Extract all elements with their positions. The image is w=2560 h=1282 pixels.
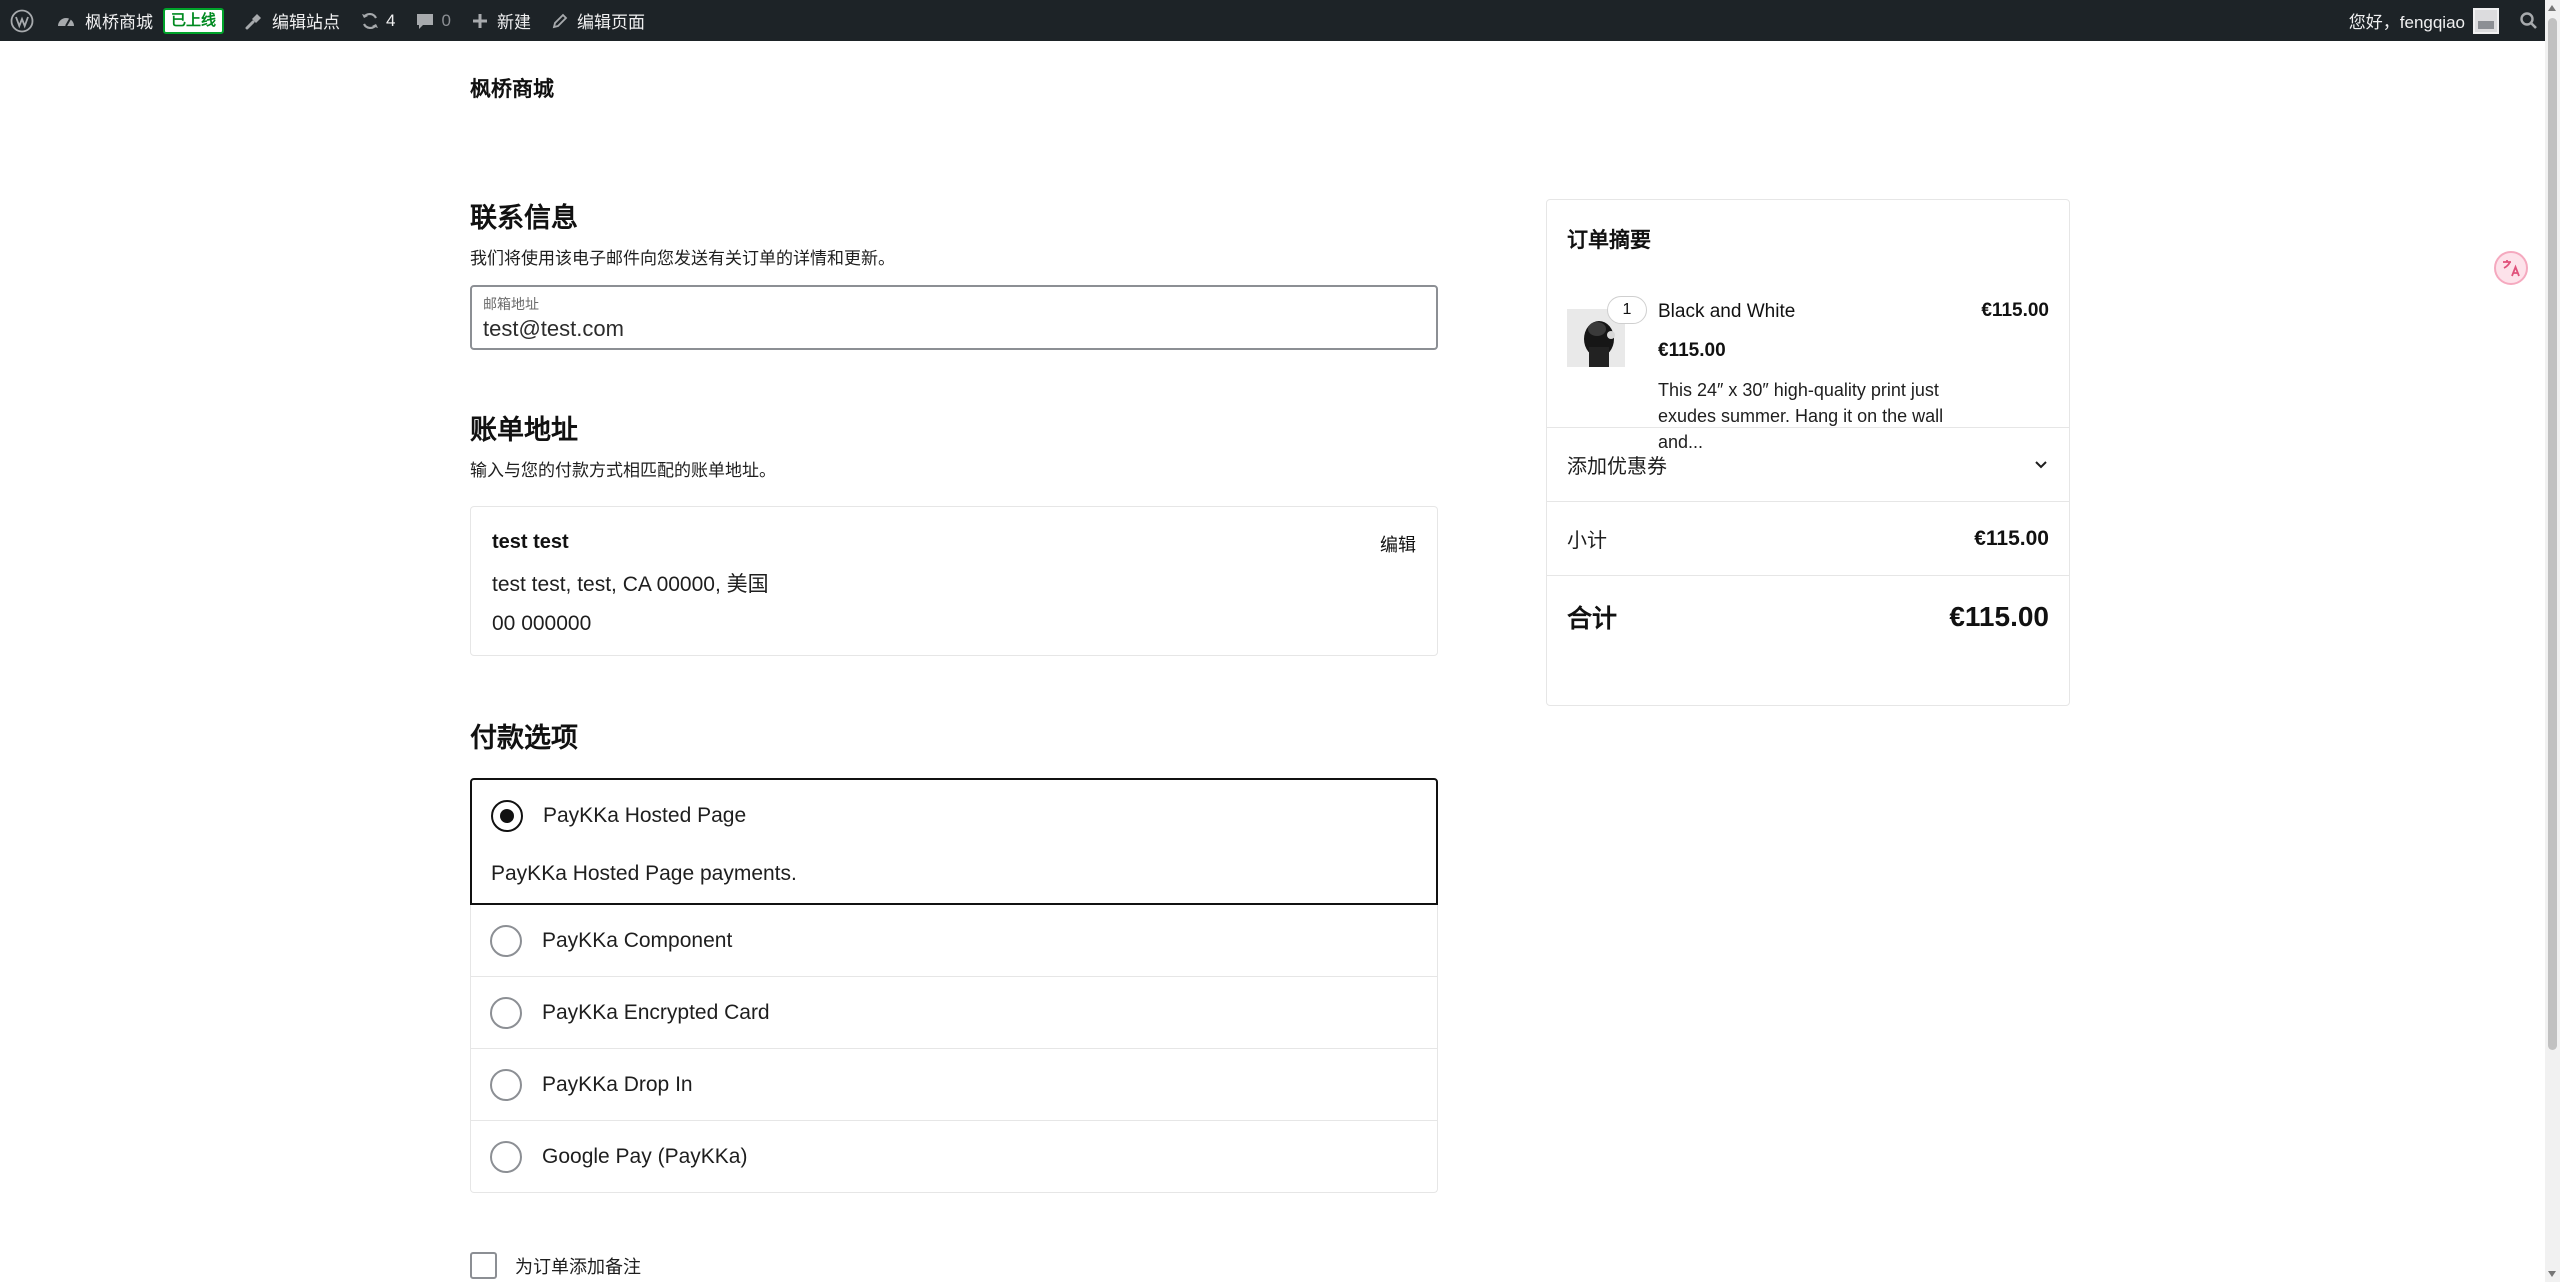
- order-note-row[interactable]: 为订单添加备注: [470, 1252, 1438, 1279]
- payment-option-google-pay[interactable]: Google Pay (PayKKa): [470, 1121, 1438, 1193]
- comments-count: 0: [441, 10, 451, 30]
- billing-description: 输入与您的付款方式相匹配的账单地址。: [470, 461, 776, 480]
- search-icon: [2520, 11, 2537, 29]
- payment-options: PayKKa Hosted Page PayKKa Hosted Page pa…: [470, 778, 1438, 1193]
- subtotal-value: €115.00: [1974, 526, 2049, 550]
- checkout-form: 联系信息 我们将使用该电子邮件向您发送有关订单的详情和更新。 邮箱地址 账单地址…: [470, 196, 1438, 1279]
- radio-drop-in[interactable]: [490, 1068, 522, 1101]
- billing-phone: 00 000000: [492, 612, 592, 635]
- payment-option-description: PayKKa Hosted Page payments.: [491, 862, 797, 885]
- email-input[interactable]: [483, 316, 1425, 342]
- product-name: Black and White: [1658, 301, 1796, 322]
- scrollbar-thumb[interactable]: [2548, 18, 2557, 1050]
- radio-google-pay[interactable]: [490, 1140, 522, 1173]
- subtotal-row: 小计 €115.00: [1547, 502, 2069, 576]
- radio-component[interactable]: [490, 924, 522, 957]
- site-title[interactable]: 枫桥商城: [470, 73, 554, 103]
- coupon-label: 添加优惠券: [1567, 456, 1667, 478]
- live-status-badge: 已上线: [163, 7, 225, 34]
- translate-icon[interactable]: [2494, 251, 2528, 285]
- new-label: 新建: [496, 13, 531, 32]
- billing-title: 账单地址: [470, 415, 578, 445]
- edit-address-button[interactable]: 编辑: [1380, 531, 1416, 557]
- edit-page-label: 编辑页面: [576, 13, 645, 32]
- payment-option-component[interactable]: PayKKa Component: [470, 905, 1438, 977]
- updates-icon: [362, 12, 379, 29]
- payment-option-encrypted-card[interactable]: PayKKa Encrypted Card: [470, 977, 1438, 1049]
- email-field[interactable]: 邮箱地址: [470, 285, 1438, 350]
- radio-hosted-page[interactable]: [491, 800, 523, 832]
- site-name-label: 枫桥商城: [85, 13, 153, 32]
- admin-search-button[interactable]: [2509, 0, 2545, 41]
- billing-section: 账单地址 输入与您的付款方式相匹配的账单地址。 test test test t…: [470, 408, 1438, 656]
- total-value: €115.00: [1949, 600, 2049, 632]
- comments-link[interactable]: 0: [405, 0, 460, 41]
- order-note-checkbox[interactable]: [470, 1252, 497, 1279]
- greeting-text: 您好，fengqiao: [2348, 13, 2465, 32]
- total-label: 合计: [1567, 604, 1618, 633]
- quantity-badge: 1: [1607, 296, 1647, 324]
- radio-encrypted-card[interactable]: [490, 996, 522, 1029]
- updates-link[interactable]: 4: [350, 0, 405, 41]
- admin-bar: 枫桥商城 已上线 编辑站点 4 0 新建 编辑页面 您好，fengqiao: [0, 0, 2545, 41]
- order-note-label[interactable]: 为订单添加备注: [515, 1253, 641, 1279]
- payment-section: 付款选项 PayKKa Hosted Page PayKKa Hosted Pa…: [470, 716, 1438, 1193]
- billing-name: test test: [492, 531, 569, 553]
- contact-title: 联系信息: [470, 203, 578, 233]
- pencil-icon: [552, 13, 568, 28]
- edit-page-link[interactable]: 编辑页面: [541, 0, 655, 41]
- contact-description: 我们将使用该电子邮件向您发送有关订单的详情和更新。: [470, 249, 895, 268]
- updates-count: 4: [386, 10, 396, 30]
- page-scrollbar[interactable]: [2545, 0, 2560, 1282]
- billing-address-card: test test test test, test, CA 00000, 美国 …: [470, 506, 1438, 656]
- brush-icon: [245, 13, 262, 29]
- payment-option-label: PayKKa Encrypted Card: [542, 1000, 770, 1024]
- payment-option-label: PayKKa Drop In: [542, 1072, 693, 1096]
- avatar: [2473, 7, 2499, 34]
- chevron-down-icon: [2035, 460, 2047, 468]
- email-label: 邮箱地址: [483, 296, 539, 312]
- site-name-menu[interactable]: 枫桥商城 已上线: [44, 0, 234, 41]
- total-row: 合计 €115.00: [1547, 576, 2069, 657]
- edit-site-label: 编辑站点: [272, 13, 341, 32]
- product-unit-price: €115.00: [1658, 340, 1726, 361]
- product-description: This 24″ x 30″ high-quality print just e…: [1658, 380, 1944, 452]
- payment-option-label: PayKKa Component: [542, 928, 733, 952]
- plus-icon: [472, 13, 487, 28]
- payment-option-label: PayKKa Hosted Page: [543, 804, 747, 827]
- comment-icon: [417, 13, 434, 29]
- payment-option-drop-in[interactable]: PayKKa Drop In: [470, 1049, 1438, 1121]
- payment-option-hosted-page[interactable]: PayKKa Hosted Page PayKKa Hosted Page pa…: [470, 778, 1438, 905]
- dashboard-icon: [58, 17, 74, 26]
- order-summary: 订单摘要 1 Black and White €115.00 €115.00 T…: [1546, 199, 2070, 706]
- product-line-total: €115.00: [1981, 300, 2049, 321]
- my-account-menu[interactable]: 您好，fengqiao: [2339, 0, 2509, 41]
- payment-title: 付款选项: [470, 723, 578, 753]
- order-item: 1 Black and White €115.00 €115.00 This 2…: [1547, 203, 2069, 452]
- payment-option-label: Google Pay (PayKKa): [542, 1144, 748, 1168]
- billing-address: test test, test, CA 00000, 美国: [492, 573, 769, 596]
- scroll-up-arrow[interactable]: [2548, 5, 2556, 11]
- subtotal-label: 小计: [1567, 530, 1607, 552]
- scroll-down-arrow[interactable]: [2548, 1271, 2556, 1277]
- contact-section: 联系信息 我们将使用该电子邮件向您发送有关订单的详情和更新。 邮箱地址: [470, 196, 1438, 350]
- new-content-link[interactable]: 新建: [461, 0, 541, 41]
- wordpress-logo-icon[interactable]: [0, 0, 44, 41]
- edit-site-link[interactable]: 编辑站点: [234, 0, 350, 41]
